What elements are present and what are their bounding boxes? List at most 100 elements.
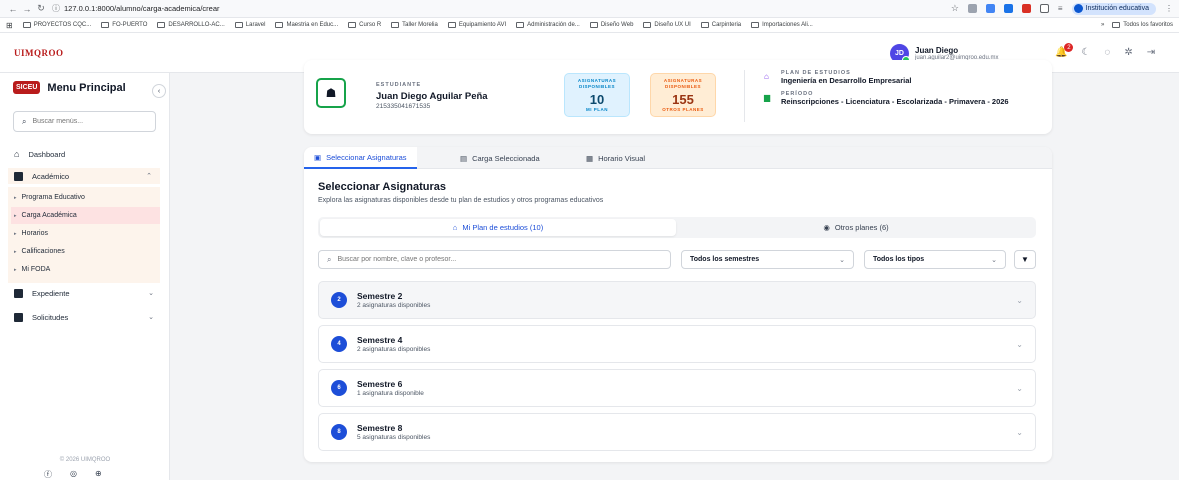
browser-toolbar: ← → ↻ ⓘ 127.0.0.1:8000/alumno/carga-acad… (0, 0, 1179, 18)
subject-search-input[interactable] (337, 256, 658, 263)
semester-title: Semestre 6 (357, 379, 403, 389)
sidebar-item-calificaciones[interactable]: ▸ Calificaciones (11, 243, 160, 260)
bookmark-item[interactable]: Taller Morelia (391, 22, 438, 28)
all-bookmarks[interactable]: Todos los favoritos (1112, 22, 1173, 28)
caret-right-icon: ▸ (14, 212, 17, 219)
main-panel: ▣ Seleccionar Asignaturas ▤ Carga Seleccio… (304, 147, 1052, 462)
folder-icon (751, 22, 760, 28)
bookmark-item[interactable]: PROYECTOS CQC... (22, 22, 91, 28)
semester-select[interactable]: Todos los semestres ⌄ (681, 250, 854, 269)
sidebar-item-dashboard[interactable]: ⌂ Dashboard (0, 146, 162, 162)
extension-icon[interactable] (1003, 4, 1013, 13)
extension-icon[interactable] (967, 4, 977, 13)
headset-icon[interactable]: ◌ (1104, 47, 1110, 58)
forward-icon[interactable]: → (20, 4, 34, 14)
chevron-down-icon: ⌄ (148, 314, 154, 321)
profile-icon (1073, 4, 1083, 13)
bookmark-item[interactable]: Diseño UX UI (643, 22, 691, 28)
gear-icon[interactable]: ✲ (1124, 47, 1132, 58)
semester-subtitle: 1 asignatura disponible (357, 390, 424, 397)
moon-icon[interactable]: ☾ (1081, 47, 1090, 58)
semester-row[interactable]: 2 Semestre 2 2 asignaturas disponibles ⌄ (318, 281, 1036, 319)
bookmark-item[interactable]: DESARROLLO-AC... (157, 22, 225, 28)
menu-search[interactable]: ⌕ (13, 111, 156, 132)
collapse-sidebar-button[interactable]: ‹ (152, 84, 166, 98)
chevron-down-icon: ⌄ (1016, 383, 1023, 393)
filter-button[interactable]: ▼ (1014, 250, 1036, 269)
sidebar-item-programa-educativo[interactable]: ▸ Programa Educativo (11, 189, 160, 206)
address-bar[interactable]: ⓘ 127.0.0.1:8000/alumno/carga-academica/… (52, 2, 220, 16)
sidebar-item-expediente[interactable]: Expediente ⌄ (0, 285, 162, 301)
menu-search-input[interactable] (32, 118, 143, 125)
instagram-icon[interactable]: ◎ (70, 469, 77, 480)
bookmark-item[interactable]: Diseño Web (589, 22, 633, 28)
sidebar-item-horarios[interactable]: ▸ Horarios (11, 225, 160, 242)
search-icon: ⌕ (22, 116, 27, 126)
caret-right-icon: ▸ (14, 194, 17, 201)
logout-icon[interactable]: ⇥ (1147, 47, 1155, 58)
bookmark-item[interactable]: Administración de... (516, 22, 580, 28)
bookmark-item[interactable]: FO-PUERTO (101, 22, 147, 28)
sidebar-item-solicitudes[interactable]: Solicitudes ⌄ (0, 309, 162, 325)
extensions-puzzle-icon[interactable] (1039, 4, 1049, 13)
bookmark-item[interactable]: Importaciones Ali... (751, 22, 813, 28)
folder-icon (234, 22, 243, 28)
student-card: ☗ ESTUDIANTE Juan Diego Aguilar Peña 215… (304, 60, 1052, 134)
bookmark-item[interactable]: Maestria en Educ... (275, 22, 338, 28)
chevron-down-icon: ⌄ (991, 256, 997, 264)
menu-icon[interactable]: ⋮ (1165, 4, 1173, 13)
reload-icon[interactable]: ↻ (34, 3, 48, 14)
semester-row[interactable]: 6 Semestre 6 1 asignatura disponible ⌄ (318, 369, 1036, 407)
chevron-down-icon: ⌄ (148, 290, 154, 297)
folder-icon (348, 22, 357, 28)
more-bookmarks-icon[interactable]: » (1101, 22, 1104, 28)
sidebar-item-mi-foda[interactable]: ▸ Mi FODA (11, 261, 160, 278)
student-id: 215335041671535 (376, 103, 431, 110)
site-info-icon[interactable]: ⓘ (52, 3, 60, 14)
folder-icon (22, 22, 31, 28)
bookmark-item[interactable]: Curso R (348, 22, 381, 28)
toggle-other-plans[interactable]: ◉ Otros planes (6) (678, 219, 1034, 236)
star-icon[interactable]: ☆ (951, 3, 959, 14)
tab-horario-visual[interactable]: ▦ Horario Visual (576, 147, 655, 169)
bookmark-item[interactable]: Laravel (234, 22, 265, 28)
semester-subtitle: 5 asignaturas disponibles (357, 434, 431, 441)
profile-chip[interactable]: Institución educativa (1071, 2, 1156, 15)
calendar-icon: ▆ (764, 93, 771, 102)
facebook-icon[interactable]: ⓕ (44, 469, 52, 480)
logo[interactable]: UIMQROO (14, 48, 64, 58)
tab-seleccionar-asignaturas[interactable]: ▣ Seleccionar Asignaturas (304, 147, 417, 169)
bell-icon[interactable]: 🔔 2 (1055, 43, 1074, 58)
extension-icon[interactable] (985, 4, 995, 13)
reading-list-icon[interactable]: ≡ (1058, 4, 1063, 13)
chevron-down-icon: ⌄ (839, 256, 845, 264)
sidebar-title: Menu Principal (47, 81, 126, 94)
subject-search[interactable]: ⌕ (318, 250, 671, 269)
semester-row[interactable]: 8 Semestre 8 5 asignaturas disponibles ⌄ (318, 413, 1036, 451)
globe-icon[interactable]: ⊕ (95, 469, 102, 480)
extension-icon[interactable] (1021, 4, 1031, 13)
table-icon: ▤ (460, 153, 468, 163)
url-text: 127.0.0.1:8000/alumno/carga-academica/cr… (64, 4, 220, 13)
bookmark-item[interactable]: Carpinteria (700, 22, 741, 28)
bookmarks-bar: ⊞ PROYECTOS CQC... FO-PUERTO DESARROLLO-… (0, 18, 1179, 33)
folder-icon (101, 22, 110, 28)
sidebar-item-carga-academica[interactable]: ▸ Carga Académica (11, 207, 160, 224)
back-icon[interactable]: ← (6, 4, 20, 14)
apps-icon[interactable]: ⊞ (6, 21, 13, 30)
semester-row[interactable]: 4 Semestre 4 2 asignaturas disponibles ⌄ (318, 325, 1036, 363)
file-icon (14, 288, 23, 298)
institution-icon: ⌂ (764, 72, 769, 81)
sidebar-item-academico[interactable]: Académico ⌃ (8, 168, 160, 184)
chevron-up-icon: ⌃ (146, 173, 152, 180)
toggle-my-plan[interactable]: ⌂ Mi Plan de estudios (10) (320, 219, 676, 236)
semester-number: 2 (331, 292, 347, 308)
tab-carga-seleccionada[interactable]: ▤ Carga Seleccionada (450, 147, 550, 169)
bookmark-item[interactable]: Equipamiento AVI (447, 22, 506, 28)
search-icon: ⌕ (327, 254, 332, 264)
calendar-icon: ▦ (586, 153, 594, 163)
notification-badge: 2 (1064, 43, 1074, 52)
semester-subtitle: 2 asignaturas disponibles (357, 302, 431, 309)
student-name: Juan Diego Aguilar Peña (376, 91, 488, 102)
type-select[interactable]: Todos los tipos ⌄ (864, 250, 1006, 269)
